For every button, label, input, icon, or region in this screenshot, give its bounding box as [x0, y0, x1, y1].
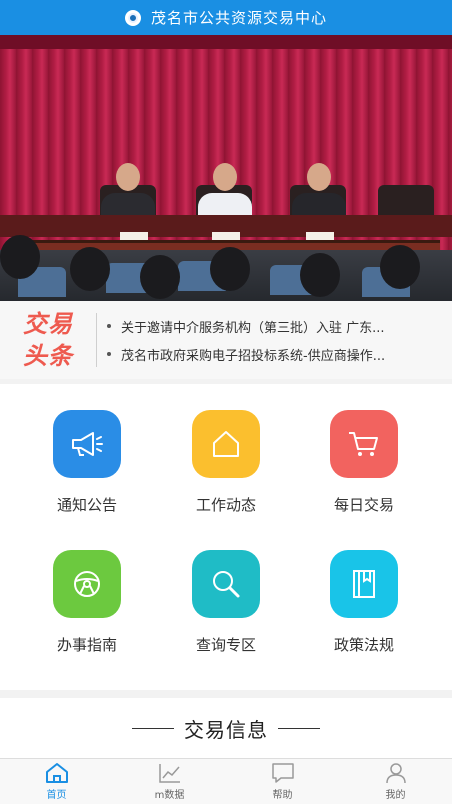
emblem-icon — [124, 9, 141, 26]
tab-label: m数据 — [154, 790, 185, 801]
top-header: 茂名市公共资源交易中心 — [0, 0, 452, 35]
steering-wheel-icon — [53, 550, 121, 618]
ticker-item[interactable]: 关于邀请中介服务机构（第三批）入驻 广东... — [107, 312, 452, 340]
home-icon — [45, 763, 68, 783]
book-icon — [330, 550, 398, 618]
tab-label: 首页 — [46, 790, 67, 801]
ticker-list: 关于邀请中介服务机构（第三批）入驻 广东... 茂名市政府采购电子招投标系统-供… — [97, 312, 452, 368]
news-ticker: 交易 头条 关于邀请中介服务机构（第三批）入驻 广东... 茂名市政府采购电子招… — [0, 301, 452, 379]
grid-item-label: 办事指南 — [56, 636, 117, 654]
user-icon — [385, 763, 406, 784]
grid-item-guide[interactable]: 办事指南 — [27, 550, 147, 655]
chat-icon — [271, 763, 294, 783]
grid-item-notices[interactable]: 通知公告 — [27, 410, 147, 515]
grid-item-work-news[interactable]: 工作动态 — [166, 410, 286, 515]
ticker-badge: 交易 头条 — [0, 301, 96, 379]
grid-item-label: 通知公告 — [56, 496, 117, 514]
ticker-badge-line2: 头条 — [23, 342, 73, 370]
ticker-badge-line1: 交易 — [23, 310, 73, 338]
ticker-item-text: 茂名市政府采购电子招投标系统-供应商操作... — [121, 348, 386, 364]
tab-home[interactable]: 首页 — [0, 759, 113, 804]
section-header: 交易信息 — [0, 698, 452, 758]
tab-label: 帮助 — [272, 790, 293, 801]
ticker-item[interactable]: 茂名市政府采购电子招投标系统-供应商操作... — [107, 340, 452, 368]
grid-item-query[interactable]: 查询专区 — [166, 550, 286, 655]
grid-item-daily-trade[interactable]: 每日交易 — [304, 410, 424, 515]
grid-item-label: 工作动态 — [195, 496, 256, 514]
feature-grid: 通知公告 工作动态 每日交易 办事指南 查询专区 政策法规 — [0, 384, 452, 690]
page-title: 茂名市公共资源交易中心 — [150, 9, 327, 27]
bottom-tab-bar: 首页 m数据 帮助 我的 — [0, 758, 452, 804]
magnifier-icon — [192, 550, 260, 618]
heading-rule — [278, 727, 320, 729]
grid-item-label: 查询专区 — [195, 636, 256, 654]
tab-data[interactable]: m数据 — [113, 759, 226, 804]
tab-mine[interactable]: 我的 — [339, 759, 452, 804]
cart-icon — [330, 410, 398, 478]
app-screen: 茂名市公共资源交易中心 交易 头条 关于邀请中介服务机构（第三批）入驻 广东..… — [0, 0, 452, 804]
tab-help[interactable]: 帮助 — [226, 759, 339, 804]
house-icon — [192, 410, 260, 478]
megaphone-icon — [53, 410, 121, 478]
bullet-icon — [107, 352, 111, 356]
chart-icon — [158, 764, 180, 783]
bullet-icon — [107, 324, 111, 328]
ticker-item-text: 关于邀请中介服务机构（第三批）入驻 广东... — [121, 320, 385, 336]
tab-label: 我的 — [385, 790, 406, 801]
grid-item-policy[interactable]: 政策法规 — [304, 550, 424, 655]
grid-item-label: 政策法规 — [333, 636, 394, 654]
banner-image[interactable] — [0, 35, 452, 301]
section-title: 交易信息 — [184, 717, 268, 742]
heading-rule — [132, 727, 174, 729]
grid-item-label: 每日交易 — [333, 496, 394, 514]
